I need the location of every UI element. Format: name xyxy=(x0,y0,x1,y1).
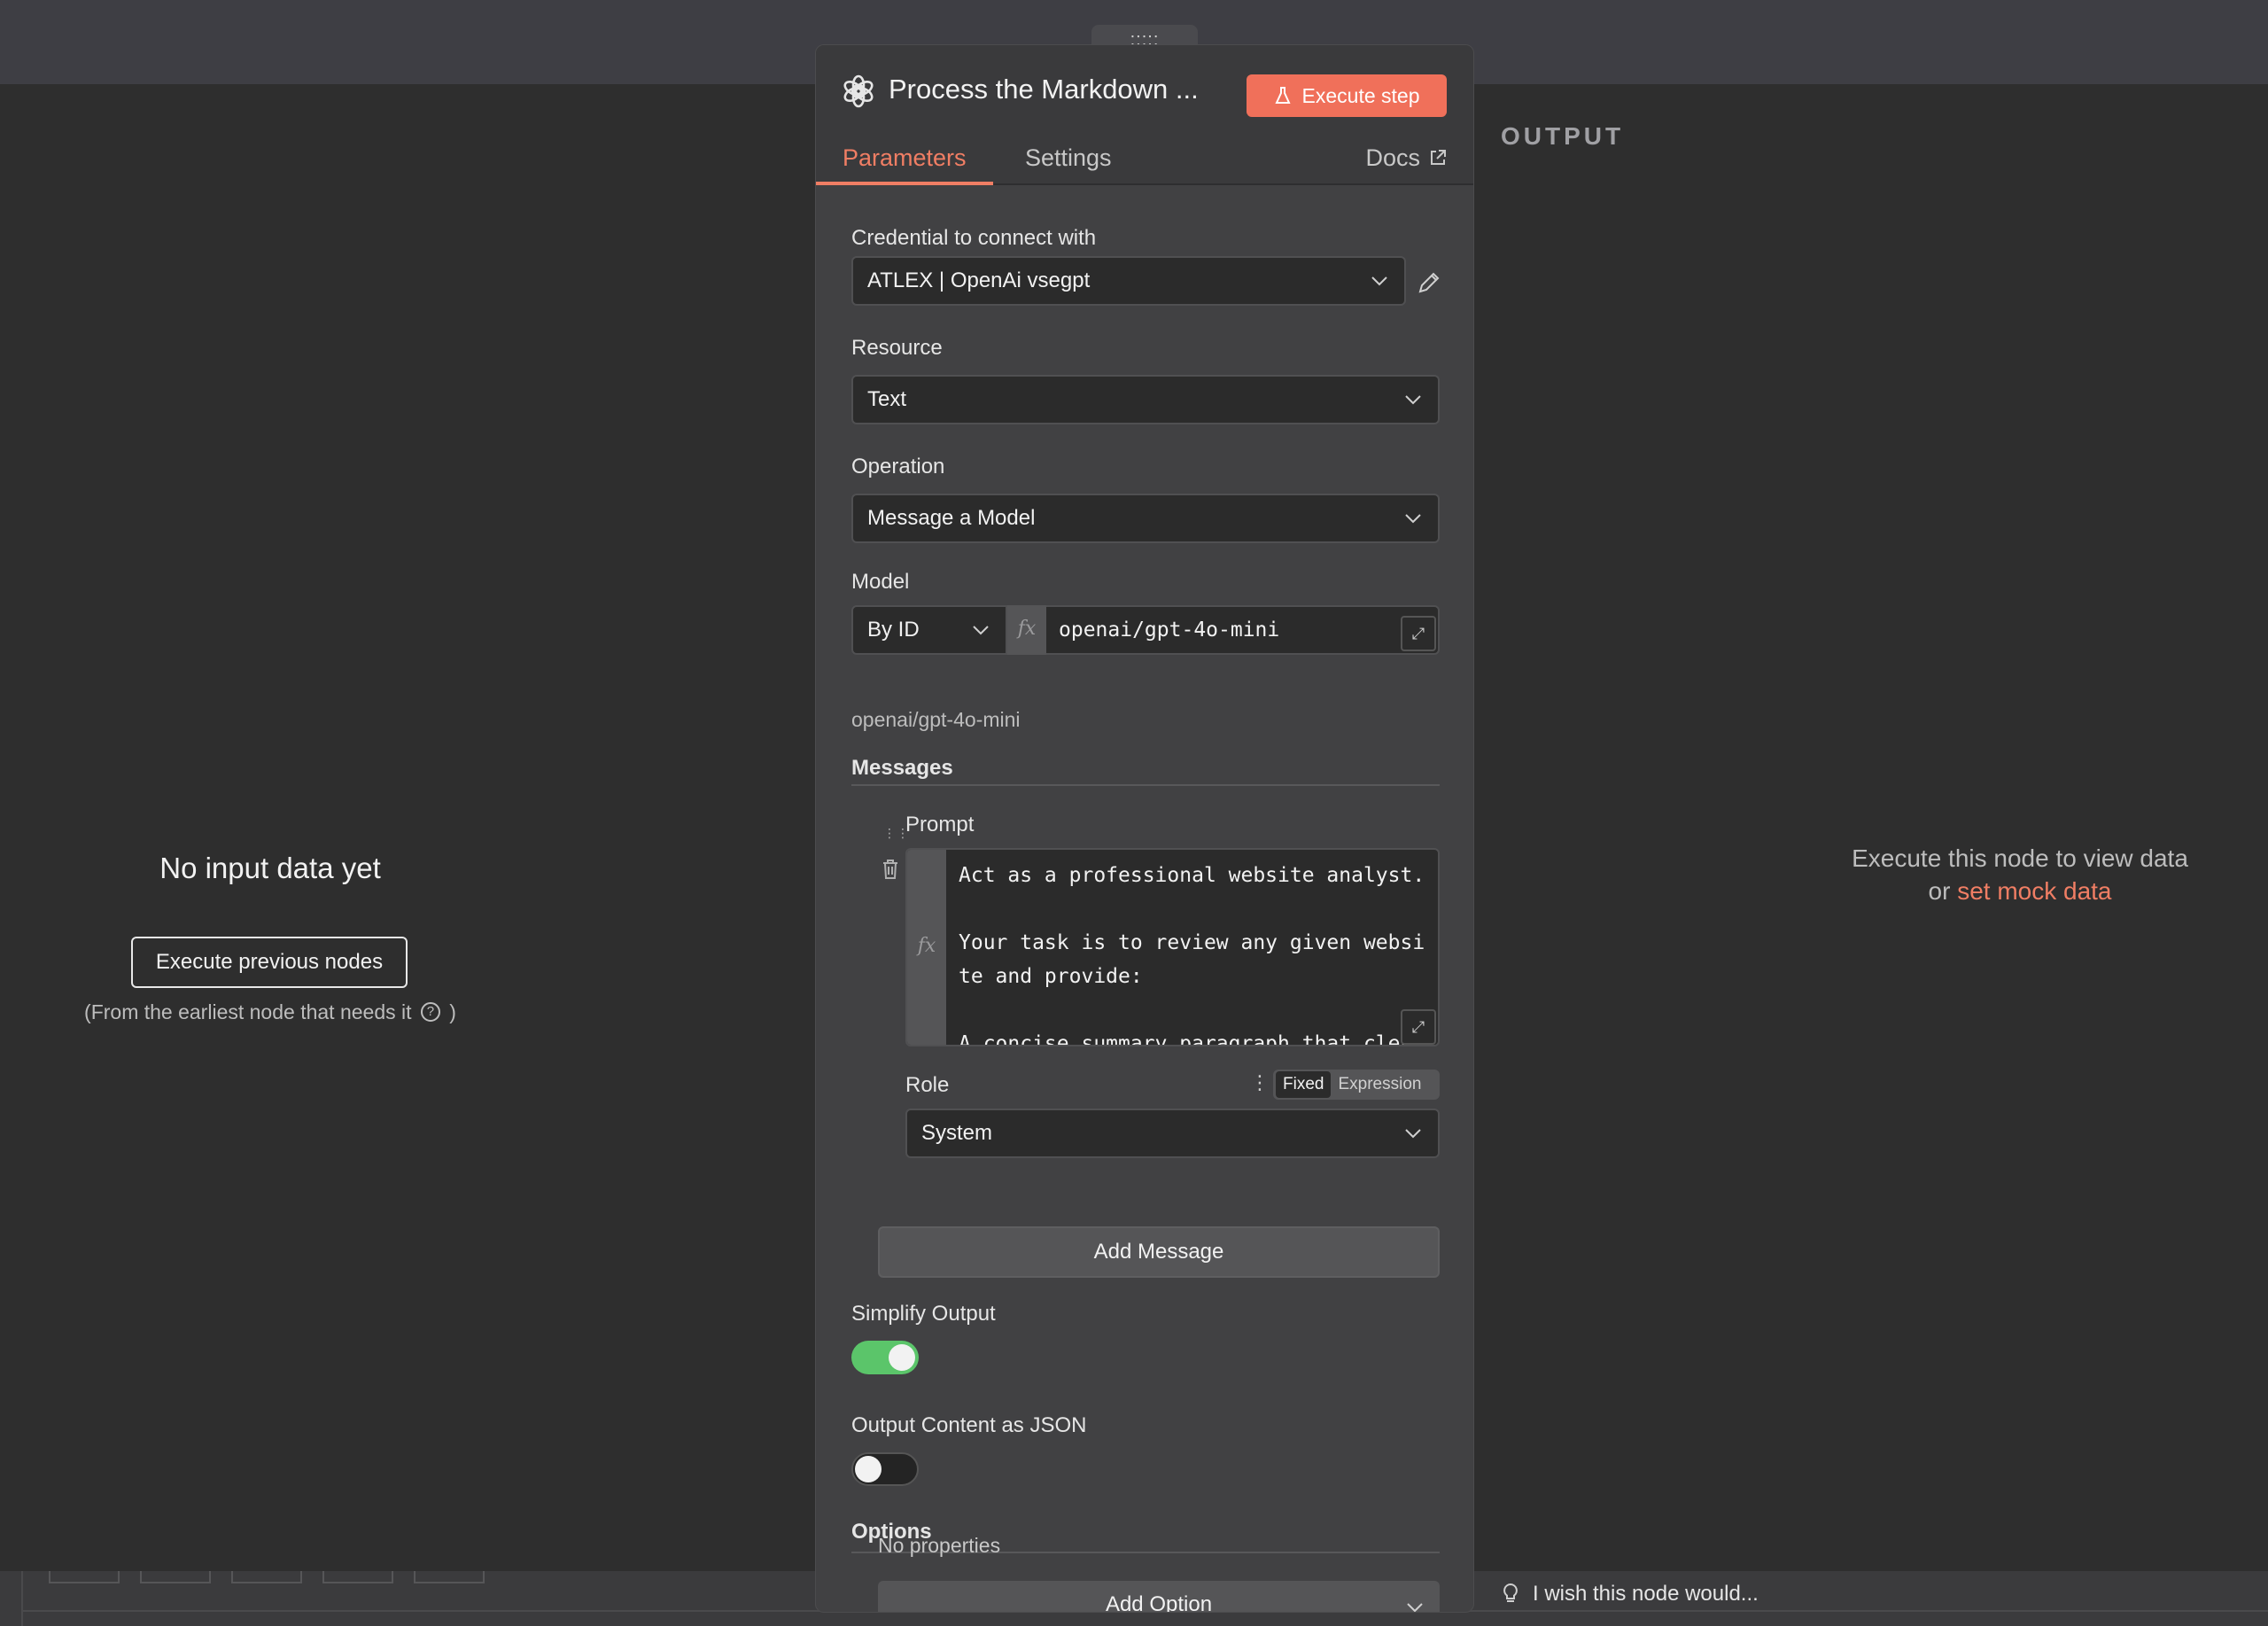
expand-editor-icon[interactable]: ⤢ xyxy=(1401,1009,1436,1045)
earliest-node-note: (From the earliest node that needs it ? … xyxy=(0,1000,540,1024)
toggle-knob xyxy=(855,1456,882,1482)
role-value: System xyxy=(921,1121,993,1145)
feedback-text: I wish this node would... xyxy=(1533,1582,1759,1606)
edit-credential-icon[interactable] xyxy=(1415,268,1443,297)
strip-divider xyxy=(21,1571,23,1626)
earliest-node-note-close: ) xyxy=(449,1000,456,1023)
operation-select[interactable]: Message a Model xyxy=(851,494,1440,543)
credential-label: Credential to connect with xyxy=(851,226,1097,250)
feedback-prompt[interactable]: I wish this node would... xyxy=(1503,1582,1759,1607)
help-icon[interactable]: ? xyxy=(420,1002,440,1022)
node-title[interactable]: Process the Markdown ... xyxy=(889,74,1199,105)
simplify-output-label: Simplify Output xyxy=(851,1302,996,1326)
add-option-label: Add Option xyxy=(1105,1592,1213,1613)
fx-icon: fx xyxy=(1007,605,1046,655)
add-message-button[interactable]: Add Message xyxy=(878,1226,1440,1278)
lightbulb-icon xyxy=(1503,1583,1518,1602)
model-label: Model xyxy=(851,570,910,594)
output-empty-message: Execute this node to view data or set mo… xyxy=(1798,842,2241,907)
model-row: By ID fx openai/gpt-4o-mini ⤢ xyxy=(851,605,1440,655)
model-hint: openai/gpt-4o-mini xyxy=(851,708,1021,731)
more-options-icon[interactable]: ⋮ xyxy=(1250,1071,1270,1094)
credential-value: ATLEX | OpenAi vsegpt xyxy=(867,268,1091,292)
external-link-icon xyxy=(1431,150,1446,165)
toggle-knob xyxy=(889,1344,915,1371)
no-input-title: No input data yet xyxy=(159,852,381,884)
prompt-editor[interactable]: fx Act as a professional website analyst… xyxy=(905,848,1440,1046)
trash-icon[interactable] xyxy=(882,859,899,880)
execute-step-button[interactable]: Execute step xyxy=(1247,74,1447,117)
chevron-down-icon xyxy=(1405,395,1421,405)
resource-value: Text xyxy=(867,387,907,411)
execute-previous-nodes-button[interactable]: Execute previous nodes xyxy=(131,937,408,988)
chevron-down-icon xyxy=(1407,1603,1423,1612)
input-pane: No input data yet Execute previous nodes… xyxy=(0,84,540,1571)
tab-stub xyxy=(49,1571,120,1583)
chevron-down-icon xyxy=(1371,276,1387,286)
flask-icon xyxy=(1274,87,1291,104)
panel-tabs: Parameters Settings Docs xyxy=(816,138,1473,185)
openai-icon xyxy=(843,74,874,108)
chevron-down-icon xyxy=(973,626,989,635)
chevron-down-icon xyxy=(1405,1129,1421,1139)
panel-header: Process the Markdown ... Execute step Pa… xyxy=(816,45,1473,185)
role-select[interactable]: System xyxy=(905,1109,1440,1158)
tab-stub xyxy=(231,1571,302,1583)
section-divider xyxy=(851,784,1440,786)
drag-grip-icon[interactable]: ⋮⋮ xyxy=(883,827,909,850)
earliest-node-note-text: (From the earliest node that needs it xyxy=(84,1000,412,1023)
output-label: OUTPUT xyxy=(1501,122,1625,150)
no-properties-text: No properties xyxy=(878,1534,1001,1557)
tab-stub xyxy=(414,1571,485,1583)
chevron-down-icon xyxy=(1405,514,1421,524)
operation-value: Message a Model xyxy=(867,506,1036,530)
messages-section-title: Messages xyxy=(851,756,953,780)
expand-editor-icon[interactable]: ⤢ xyxy=(1401,616,1436,651)
add-option-button[interactable]: Add Option xyxy=(878,1581,1440,1613)
output-json-toggle[interactable] xyxy=(851,1452,919,1486)
model-mode-value: By ID xyxy=(867,618,920,642)
set-mock-data-link[interactable]: set mock data xyxy=(1957,877,2111,905)
model-id-input[interactable]: openai/gpt-4o-mini xyxy=(1046,605,1440,655)
fixed-expression-toggle[interactable]: Fixed Expression xyxy=(1273,1070,1440,1100)
tab-stub xyxy=(322,1571,393,1583)
output-or-text: or xyxy=(1928,877,1951,905)
fx-icon: fx xyxy=(907,850,946,1045)
operation-label: Operation xyxy=(851,455,945,478)
prompt-label: Prompt xyxy=(905,813,975,836)
output-json-label: Output Content as JSON xyxy=(851,1413,1087,1437)
tab-parameters[interactable]: Parameters xyxy=(816,138,993,185)
resource-select[interactable]: Text xyxy=(851,375,1440,424)
simplify-output-toggle[interactable] xyxy=(851,1341,919,1374)
node-settings-panel: Process the Markdown ... Execute step Pa… xyxy=(815,44,1474,1613)
role-label: Role xyxy=(905,1073,950,1097)
tab-settings[interactable]: Settings xyxy=(998,138,1138,185)
toggle-fixed[interactable]: Fixed xyxy=(1276,1071,1332,1098)
credential-select[interactable]: ATLEX | OpenAi vsegpt xyxy=(851,256,1406,306)
output-message-text: Execute this node to view data xyxy=(1852,844,2188,872)
prompt-text: Act as a professional website analyst. Y… xyxy=(959,864,1425,1046)
docs-label: Docs xyxy=(1365,144,1420,171)
model-mode-select[interactable]: By ID xyxy=(851,605,1007,655)
docs-link[interactable]: Docs xyxy=(1365,138,1447,177)
resource-label: Resource xyxy=(851,336,943,360)
tab-stub xyxy=(140,1571,211,1583)
execute-step-label: Execute step xyxy=(1301,83,1420,107)
toggle-expression[interactable]: Expression xyxy=(1331,1071,1428,1098)
